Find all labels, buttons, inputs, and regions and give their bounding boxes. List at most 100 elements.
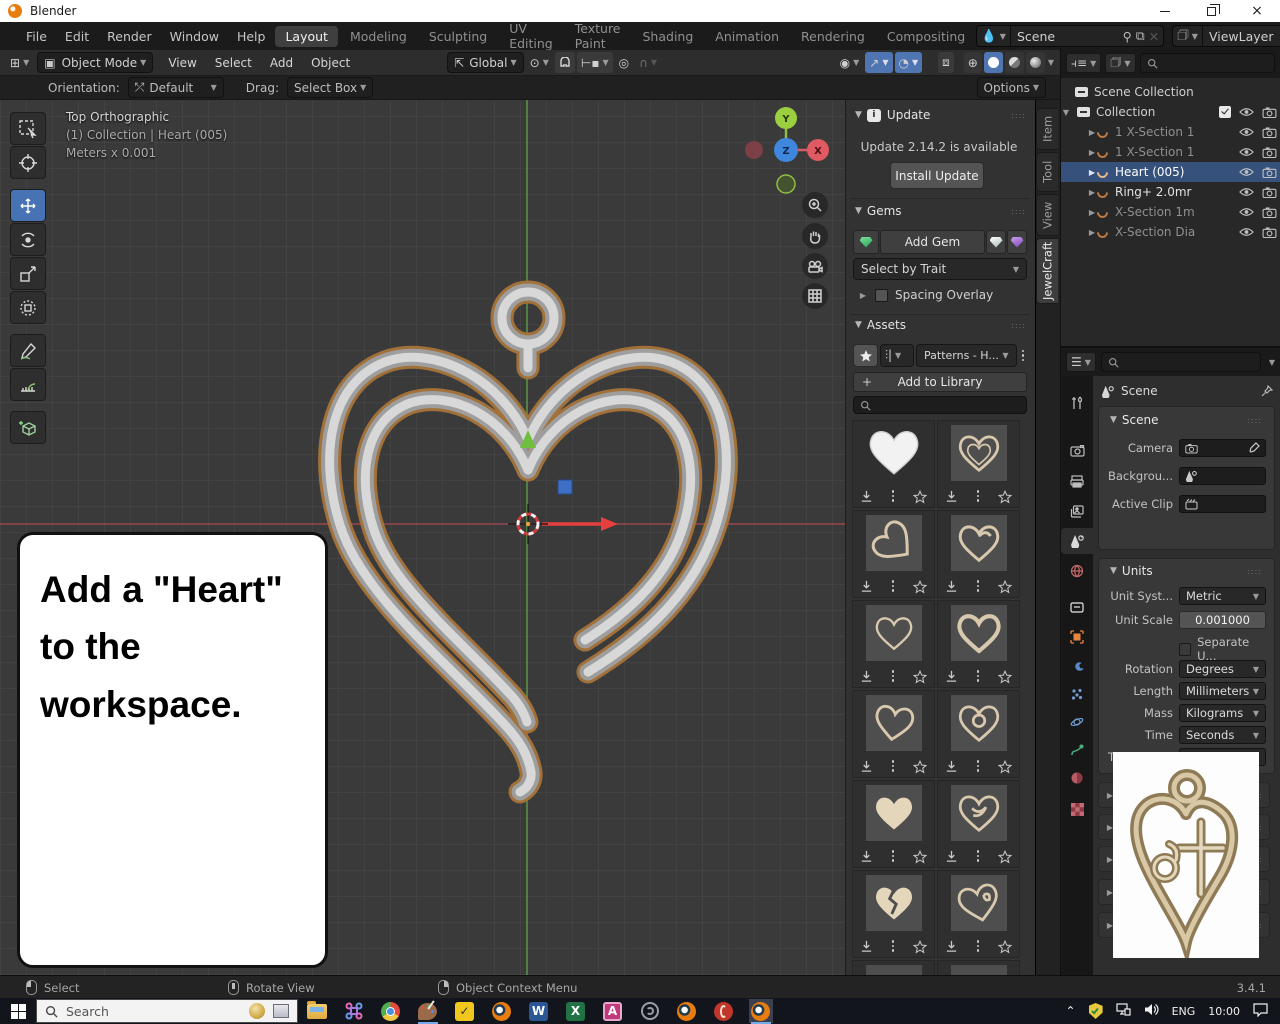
tab-jewelcraft[interactable]: JewelCraft: [1036, 238, 1058, 304]
shading-rendered-button[interactable]: [1026, 52, 1045, 73]
separate-units-checkbox[interactable]: [1179, 643, 1191, 656]
unit-system-dropdown[interactable]: Metric▼: [1179, 587, 1266, 605]
outliner-row-xsection-b[interactable]: ▶1 X-Section 1: [1061, 142, 1280, 162]
outliner-row-xsection-1m[interactable]: ▶X-Section 1m: [1061, 202, 1280, 222]
tab-scene-props[interactable]: [1061, 528, 1093, 554]
editor-type-icon[interactable]: ⊞▼: [6, 50, 33, 75]
asset-heart-spiral[interactable]: [937, 690, 1020, 778]
assets-menu-dots[interactable]: [1019, 350, 1028, 362]
menu-render[interactable]: Render: [98, 22, 161, 50]
rotate-tool[interactable]: [10, 223, 46, 256]
asset-menu-dots[interactable]: [892, 580, 895, 594]
pin-icon[interactable]: ⚲: [1123, 29, 1132, 44]
render-camera-icon[interactable]: [1262, 187, 1277, 198]
time-dropdown[interactable]: Seconds▼: [1179, 726, 1266, 744]
orientation-default-dropdown[interactable]: ⤱ Default▼: [128, 77, 224, 98]
length-dropdown[interactable]: Millimeters▼: [1179, 682, 1266, 700]
tab-collection-props[interactable]: [1061, 594, 1093, 620]
orthographic-grid-button[interactable]: [802, 283, 828, 309]
asset-heart-solid-3d[interactable]: [852, 420, 935, 508]
workspace-tab-rendering[interactable]: Rendering: [791, 26, 875, 47]
workspace-tab-shading[interactable]: Shading: [633, 26, 704, 47]
workspace-tab-animation[interactable]: Animation: [705, 26, 789, 47]
tab-tool[interactable]: Tool: [1036, 152, 1058, 192]
menu-window[interactable]: Window: [161, 22, 228, 50]
tab-tool-props[interactable]: [1061, 390, 1093, 416]
select-box-tool[interactable]: [10, 112, 46, 145]
scene-panel-header[interactable]: ▼Scene::::: [1099, 413, 1274, 427]
shading-material-button[interactable]: [1005, 52, 1024, 73]
measure-tool[interactable]: [10, 368, 46, 401]
gem-white-icon[interactable]: [986, 230, 1006, 254]
workspace-tab-compositing[interactable]: Compositing: [877, 26, 975, 47]
scale-tool[interactable]: [10, 257, 46, 290]
hide-eye-icon[interactable]: [1239, 147, 1254, 157]
proportional-editing-icon[interactable]: ◎: [615, 52, 633, 73]
viewlayer-selector[interactable]: 🗇▼ ViewLayer ⧉ ✕: [1172, 25, 1280, 47]
units-panel-header[interactable]: ▼Units::::: [1099, 564, 1274, 578]
workspace-tab-uv-editing[interactable]: UV Editing: [499, 18, 563, 54]
viewlayer-name[interactable]: ViewLayer: [1203, 29, 1280, 44]
snap-target-dropdown[interactable]: ⊢▪▼: [577, 52, 613, 73]
asset-menu-dots[interactable]: [977, 490, 980, 504]
taskbar-obs-icon[interactable]: [638, 999, 662, 1023]
hide-eye-icon[interactable]: [1239, 227, 1254, 237]
properties-editor-type-dropdown[interactable]: ☰▼: [1066, 352, 1096, 372]
taskbar-access-icon[interactable]: A: [601, 999, 625, 1023]
asset-menu-dots[interactable]: [977, 850, 980, 864]
tray-language[interactable]: ENG: [1172, 1005, 1196, 1018]
asset-menu-dots[interactable]: [977, 580, 980, 594]
menu-file[interactable]: File: [17, 22, 56, 50]
tray-clock[interactable]: 10:00: [1208, 1005, 1240, 1018]
close-button[interactable]: ×: [1234, 0, 1280, 22]
asset-heart-solid[interactable]: [852, 780, 935, 868]
gems-panel-header[interactable]: ▼Gems ::::: [850, 204, 1032, 218]
outliner-row-heart[interactable]: ▶Heart (005): [1061, 162, 1280, 182]
asset-heart-outline-2[interactable]: [852, 690, 935, 778]
spacing-overlay-row[interactable]: ▶ Spacing Overlay: [858, 288, 993, 302]
show-overlays-toggle[interactable]: ◔▼: [895, 52, 923, 73]
pin-icon[interactable]: [1261, 385, 1273, 397]
taskbar-word-icon[interactable]: W: [527, 999, 551, 1023]
annotate-tool[interactable]: [10, 334, 46, 367]
render-camera-icon[interactable]: [1262, 227, 1277, 238]
transform-orientation-dropdown[interactable]: ⇱ Global▼: [447, 52, 524, 73]
taskbar-paint-app-icon[interactable]: [416, 999, 440, 1023]
spacing-overlay-checkbox[interactable]: [875, 289, 888, 302]
outliner-display-mode-dropdown[interactable]: 🗇▼: [1105, 53, 1135, 73]
hide-eye-icon[interactable]: [1239, 187, 1254, 197]
camera-view-button[interactable]: [802, 253, 828, 279]
workspace-tab-layout[interactable]: Layout: [275, 26, 338, 47]
asset-heart-swirl[interactable]: [937, 510, 1020, 598]
favorites-star-button[interactable]: [853, 344, 878, 367]
mode-dropdown[interactable]: ▣ Object Mode▼: [37, 52, 153, 73]
add-to-library-button[interactable]: +Add to Library: [853, 372, 1027, 392]
taskbar-search-input[interactable]: Search: [36, 999, 298, 1023]
background-scene-field[interactable]: [1179, 467, 1266, 485]
tab-material-props[interactable]: [1061, 765, 1093, 791]
navigation-gizmo[interactable]: Y Z X: [740, 104, 832, 196]
asset-partial[interactable]: [937, 960, 1020, 975]
taskbar-file-explorer-icon[interactable]: [305, 999, 329, 1023]
render-camera-icon[interactable]: [1262, 167, 1277, 178]
active-clip-field[interactable]: [1179, 495, 1266, 513]
asset-menu-dots[interactable]: [892, 490, 895, 504]
menu-edit[interactable]: Edit: [56, 22, 98, 50]
tray-notification-icon[interactable]: [1253, 1003, 1268, 1020]
tab-object-props[interactable]: [1061, 624, 1093, 650]
gem-green-icon[interactable]: [853, 230, 879, 254]
outliner-row-scene-collection[interactable]: Scene Collection: [1061, 82, 1280, 102]
object-visibility-dropdown[interactable]: ◉▼: [836, 52, 864, 73]
select-by-trait-dropdown[interactable]: Select by Trait▼: [853, 258, 1027, 280]
properties-search-input[interactable]: [1101, 352, 1261, 372]
outliner-row-xsection-dia[interactable]: ▶X-Section Dia: [1061, 222, 1280, 242]
duplicate-scene-icon[interactable]: ⧉: [1136, 28, 1145, 44]
menu-select[interactable]: Select: [206, 56, 261, 70]
library-type-dropdown[interactable]: ⫶|▼: [880, 344, 914, 367]
add-gem-button[interactable]: Add Gem: [880, 230, 985, 254]
eyedropper-icon[interactable]: [1248, 442, 1260, 454]
tab-viewlayer-props[interactable]: [1061, 498, 1093, 524]
workspace-tab-modeling[interactable]: Modeling: [340, 26, 417, 47]
tab-output-props[interactable]: [1061, 468, 1093, 494]
taskbar-blender-active-icon[interactable]: [749, 999, 773, 1023]
